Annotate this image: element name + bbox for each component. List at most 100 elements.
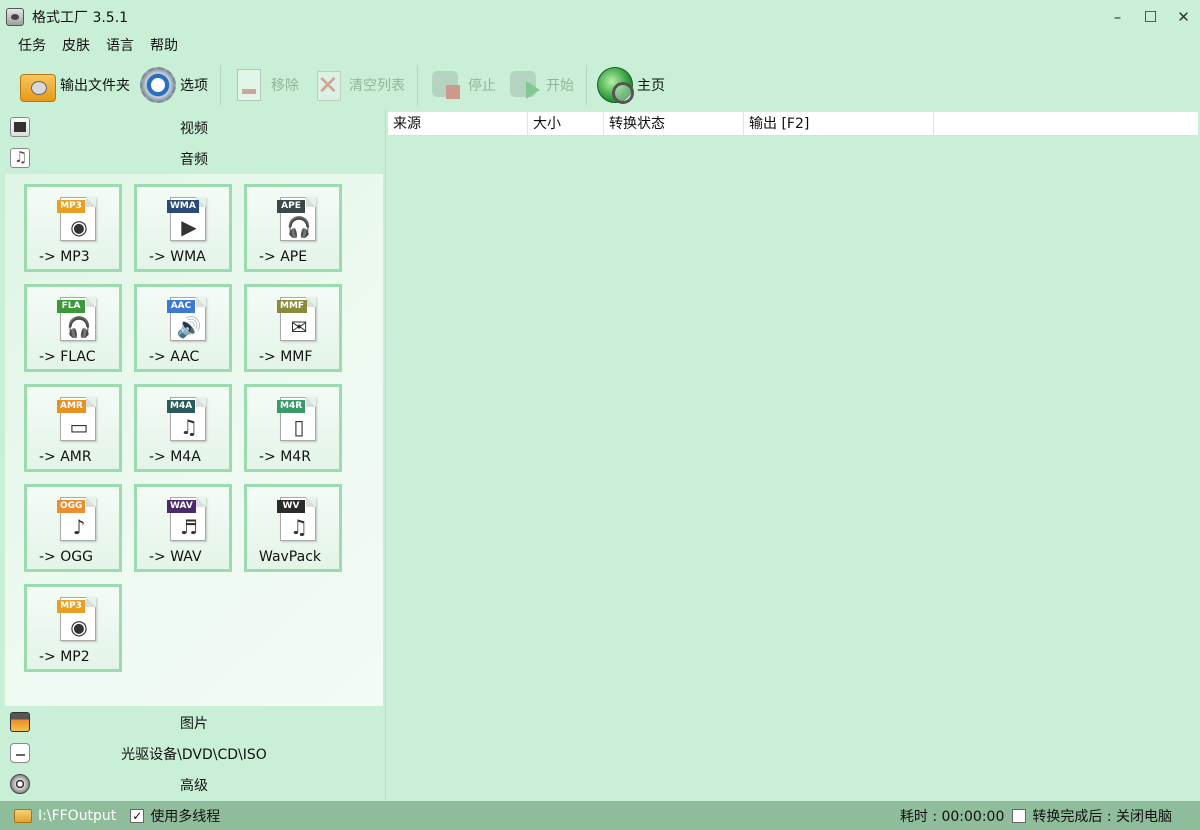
format-glyph-icon: ✉ — [290, 315, 308, 339]
category-disc[interactable]: 光驱设备\DVD\CD\ISO — [5, 738, 383, 769]
category-advanced[interactable]: 高级 — [5, 769, 383, 800]
format-glyph-icon: ▭ — [69, 415, 89, 439]
multithread-checkbox[interactable]: ✓ — [130, 808, 145, 823]
format-tag: FLA — [57, 300, 85, 313]
format-button-aac[interactable]: AAC 🔊 -> AAC — [134, 284, 232, 372]
start-button[interactable]: 开始 — [502, 63, 578, 107]
multithread-option[interactable]: ✓ 使用多线程 — [130, 806, 220, 826]
format-glyph-icon: ◉ — [70, 615, 88, 639]
options-button[interactable]: 选项 — [136, 63, 212, 107]
title-bar: 格式工厂 3.5.1 – ☐ ✕ — [0, 0, 1200, 34]
audio-file-icon: AAC 🔊 — [167, 297, 206, 341]
format-label: -> AAC — [149, 349, 200, 365]
format-tag: M4R — [277, 400, 306, 413]
clear-list-icon — [309, 67, 345, 103]
format-button-mmf[interactable]: MMF ✉ -> MMF — [244, 284, 342, 372]
globe-search-icon — [597, 67, 634, 104]
format-tag: WAV — [167, 500, 196, 513]
audio-file-icon: M4A ♫ — [167, 397, 206, 441]
format-tag: MMF — [277, 300, 308, 313]
format-label: -> WMA — [149, 249, 206, 265]
menu-tasks[interactable]: 任务 — [10, 35, 54, 57]
menu-bar: 任务 皮肤 语言 帮助 — [10, 35, 186, 57]
disc-drive-icon — [10, 743, 30, 763]
remove-button[interactable]: 移除 — [227, 63, 303, 107]
audio-file-icon: M4R ▯ — [277, 397, 316, 441]
audio-file-icon: WV ♫ — [277, 497, 316, 541]
window-controls: – ☐ ✕ — [1101, 0, 1200, 34]
format-button-m4r[interactable]: M4R ▯ -> M4R — [244, 384, 342, 472]
format-tag: APE — [277, 200, 305, 213]
format-button-ogg[interactable]: OGG ♪ -> OGG — [24, 484, 122, 572]
format-label: -> APE — [259, 249, 308, 265]
format-tag: M4A — [167, 400, 196, 413]
format-label: -> OGG — [39, 549, 93, 565]
stop-button[interactable]: 停止 — [424, 63, 500, 107]
format-label: -> AMR — [39, 449, 92, 465]
clear-list-button[interactable]: 清空列表 — [305, 63, 409, 107]
category-audio-label: 音频 — [180, 151, 208, 168]
folder-icon[interactable] — [14, 808, 32, 823]
category-image-label: 图片 — [180, 715, 208, 732]
toolbar-separator — [220, 65, 221, 105]
column-status[interactable]: 转换状态 — [604, 112, 744, 136]
after-done-label: 转换完成后 : 关闭电脑 — [1032, 808, 1172, 825]
audio-file-icon: APE 🎧 — [277, 197, 316, 241]
column-source[interactable]: 来源 — [388, 112, 528, 136]
menu-language[interactable]: 语言 — [98, 35, 142, 57]
format-button-m4a[interactable]: M4A ♫ -> M4A — [134, 384, 232, 472]
clear-list-label: 清空列表 — [349, 78, 405, 94]
format-glyph-icon: ◉ — [70, 215, 88, 239]
status-bar: I:\FFOutput ✓ 使用多线程 耗时 : 00:00:00 转换完成后 … — [0, 801, 1200, 830]
format-glyph-icon: ♫ — [180, 415, 198, 439]
menu-help[interactable]: 帮助 — [142, 35, 186, 57]
format-glyph-icon: ♫ — [290, 515, 308, 539]
audio-format-grid: MP3 ◉ -> MP3 WMA ▶ -> WMA APE 🎧 -> APE FLA 🎧 -> FLA… — [5, 174, 383, 706]
output-path[interactable]: I:\FFOutput — [38, 808, 116, 824]
format-button-wma[interactable]: WMA ▶ -> WMA — [134, 184, 232, 272]
format-tag: MP3 — [57, 600, 85, 613]
format-button-mp2[interactable]: MP3 ◉ -> MP2 — [24, 584, 122, 672]
close-button[interactable]: ✕ — [1167, 0, 1200, 34]
remove-file-icon — [231, 67, 267, 103]
window-title: 格式工厂 3.5.1 — [32, 10, 129, 26]
format-tag: WV — [277, 500, 305, 513]
output-folder-button[interactable]: 输出文件夹 — [16, 63, 134, 107]
menu-skin[interactable]: 皮肤 — [54, 35, 98, 57]
task-list-panel: 来源 大小 转换状态 输出 [F2] — [385, 110, 1200, 800]
after-done-checkbox[interactable] — [1012, 808, 1027, 823]
task-list-header: 来源 大小 转换状态 输出 [F2] — [388, 112, 1198, 136]
format-tag: AMR — [57, 400, 86, 413]
format-label: -> WAV — [149, 549, 202, 565]
format-button-amr[interactable]: AMR ▭ -> AMR — [24, 384, 122, 472]
category-image[interactable]: 图片 — [5, 707, 383, 738]
category-video[interactable]: 视频 — [5, 112, 383, 143]
options-label: 选项 — [180, 78, 208, 94]
format-tag: AAC — [167, 300, 195, 313]
format-button-wav[interactable]: WAV ♬ -> WAV — [134, 484, 232, 572]
format-tag: MP3 — [57, 200, 85, 213]
category-audio[interactable]: 音频 — [5, 143, 383, 174]
audio-file-icon: OGG ♪ — [57, 497, 96, 541]
start-label: 开始 — [546, 78, 574, 94]
gear-icon — [140, 67, 176, 103]
audio-file-icon: MP3 ◉ — [57, 597, 96, 641]
start-icon — [506, 67, 542, 103]
format-button-flac[interactable]: FLA 🎧 -> FLAC — [24, 284, 122, 372]
minimize-button[interactable]: – — [1101, 0, 1134, 34]
format-button-mp3[interactable]: MP3 ◉ -> MP3 — [24, 184, 122, 272]
music-note-icon — [10, 148, 30, 168]
format-glyph-icon: ♬ — [180, 515, 198, 539]
maximize-button[interactable]: ☐ — [1134, 0, 1167, 34]
format-button-ape[interactable]: APE 🎧 -> APE — [244, 184, 342, 272]
format-glyph-icon: 🔊 — [176, 315, 202, 339]
picture-icon — [10, 712, 30, 732]
elapsed-time: 耗时 : 00:00:00 — [899, 808, 1005, 825]
column-output[interactable]: 输出 [F2] — [744, 112, 934, 136]
format-tag: OGG — [57, 500, 86, 513]
column-size[interactable]: 大小 — [528, 112, 604, 136]
format-label: WavPack — [259, 549, 322, 565]
format-glyph-icon: 🎧 — [66, 315, 92, 339]
format-button-wavpack[interactable]: WV ♫ WavPack — [244, 484, 342, 572]
home-button[interactable]: 主页 — [593, 63, 669, 107]
